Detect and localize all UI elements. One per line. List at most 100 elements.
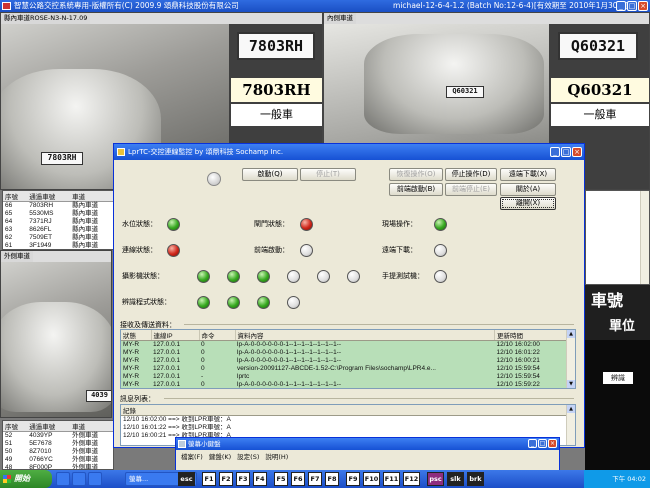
table-cell: 0 (199, 365, 235, 373)
stop-button[interactable]: 停止(T) (300, 168, 356, 181)
table-cell: lp-A-0-0-0-0-0-0-1--1--1--1--1--1--1-- (235, 349, 495, 357)
quicklaunch-icon[interactable] (72, 472, 86, 486)
table-row[interactable]: MY-R 127.0.0.1 0 lp-A-0-0-0-0-0-0-1--1--1--… (121, 381, 575, 388)
close-icon[interactable]: × (572, 147, 582, 157)
table-cell: lp-A-0-0-0-0-0-0-1--1--1--1--1--1--1-- (235, 357, 495, 365)
minimize-icon[interactable]: _ (616, 1, 626, 11)
maximize-icon[interactable]: □ (538, 439, 547, 448)
list-item[interactable]: 12/10 16:02:00 ==> 收到LPR車號：A (121, 416, 575, 425)
key-f1[interactable]: F1 (202, 472, 216, 486)
about-button[interactable]: 關於(A) (500, 183, 556, 196)
table-row[interactable]: MY-R 127.0.0.1 0 version-20091127-ABCDE-1.5… (121, 365, 575, 373)
table-cell: MY-R (121, 357, 151, 365)
table-cell: MY-R (121, 340, 151, 349)
maximize-icon[interactable]: □ (627, 1, 637, 11)
table-cell: 3F1949 (29, 242, 52, 249)
key-f11[interactable]: F11 (383, 472, 400, 486)
grid-scrollbar[interactable]: ▲ ▼ (566, 330, 575, 388)
table-row[interactable]: 62 7509ET 縣內車道 (3, 234, 113, 242)
menu-settings[interactable]: 設定(S) (237, 451, 259, 461)
table-row[interactable]: MY-R 127.0.0.1- lprtc 12/10 15:59:54 (121, 373, 575, 381)
table-cell: 12/10 15:59:54 (494, 373, 575, 381)
table-row[interactable]: 65 5530MS 縣內車道 (3, 210, 113, 218)
remote-download-button[interactable]: 遠端下載(X) (500, 168, 556, 181)
plate-crop: Q60321 (558, 32, 638, 60)
dialog-title: LprTC-交控連線監控 by 頌鼎科技 Sochamp Inc. (128, 148, 284, 156)
key-brk[interactable]: brk (467, 472, 484, 486)
column-header[interactable]: 連線IP (151, 330, 200, 341)
menu-keyboard[interactable]: 鍵盤(K) (209, 451, 231, 461)
close-icon[interactable]: × (548, 439, 557, 448)
table-row[interactable]: 61 3F1949 縣內車道 (3, 242, 113, 249)
menu-file[interactable]: 檔案(F) (181, 451, 203, 461)
table-cell: 外側車道 (72, 432, 99, 439)
table-cell: MY-R (121, 373, 151, 381)
resume-operation-button[interactable]: 恢復操作(O) (389, 168, 443, 181)
minimize-icon[interactable]: _ (528, 439, 537, 448)
key-slk[interactable]: slk (447, 472, 464, 486)
start-label: 開始 (14, 474, 30, 483)
key-f2[interactable]: F2 (219, 472, 233, 486)
table-cell: 0 (199, 357, 235, 365)
log-scrollbar[interactable]: ▲ (566, 405, 575, 445)
column-header[interactable]: 資料內容 (235, 330, 495, 341)
stop-operation-button[interactable]: 停止操作(D) (445, 168, 497, 181)
key-f5[interactable]: F5 (274, 472, 288, 486)
manual-tester-label: 手提測試機： (382, 272, 424, 280)
front-stop-button[interactable]: 前端停止(E) (445, 183, 497, 196)
table-row[interactable]: 50 8Z7010 外側車道 (3, 448, 113, 456)
table-cell: 49 (5, 456, 13, 463)
scroll-up-icon[interactable]: ▲ (567, 330, 575, 338)
key-f4[interactable]: F4 (253, 472, 267, 486)
table-row[interactable]: 49 0766YC 外側車道 (3, 456, 113, 464)
column-header[interactable]: 狀態 (121, 330, 152, 341)
key-f9[interactable]: F9 (346, 472, 360, 486)
log-entry: 12/10 16:01:22 ==> 收到LPR車號：A (123, 424, 231, 431)
table-cell: 127.0.0.1 (151, 365, 199, 373)
table-cell: 62 (5, 234, 13, 241)
list-item[interactable]: 12/10 16:01:22 ==> 收到LPR車號：A (121, 424, 575, 432)
maximize-icon[interactable]: □ (561, 147, 571, 157)
table-cell: 127.0.0.1 (151, 357, 199, 365)
column-header[interactable]: 更新時間 (494, 330, 575, 341)
minimize-icon[interactable]: _ (550, 147, 560, 157)
key-psc[interactable]: psc (427, 472, 444, 486)
quicklaunch-icon[interactable] (88, 472, 102, 486)
table-cell: 7803RH (29, 202, 54, 209)
table-cell: 51 (5, 440, 13, 447)
close-icon[interactable]: × (638, 1, 648, 11)
table-row[interactable]: 66 7803RH 縣內車道 (3, 202, 113, 211)
table-cell: 127.0.0.1 (151, 381, 199, 388)
table-row[interactable]: 63 8626FL 縣內車道 (3, 226, 113, 234)
app-title-bar: 智慧公路交控系統專用-版權所有(C) 2009.9 頌鼎科技股份有限公司 mic… (0, 0, 650, 12)
table-row[interactable]: 52 4039YP 外側車道 (3, 432, 113, 441)
start-button[interactable]: 開始 (0, 470, 52, 488)
table-row[interactable]: 64 7371RJ 縣內車道 (3, 218, 113, 226)
key-f6[interactable]: F6 (291, 472, 305, 486)
table-cell: 12/10 15:59:22 (494, 381, 575, 388)
data-grid[interactable]: 狀態 連線IP 命令 資料內容 更新時間 MY-R 127.0.0.1 0 lp-A-0-0-… (120, 329, 576, 389)
manual-tester-led (434, 270, 447, 283)
scroll-up-icon[interactable]: ▲ (567, 405, 575, 413)
start-button[interactable]: 啟動(Q) (242, 168, 298, 181)
scroll-down-icon[interactable]: ▼ (567, 380, 575, 388)
front-start-button[interactable]: 前端啟動(B) (389, 183, 443, 196)
column-header: 通過車號 (27, 421, 71, 432)
column-header[interactable]: 命令 (199, 330, 236, 341)
menu-help[interactable]: 說明(H) (265, 451, 288, 461)
key-f7[interactable]: F7 (308, 472, 322, 486)
key-f12[interactable]: F12 (403, 472, 420, 486)
table-row[interactable]: MY-R 127.0.0.1 0 lp-A-0-0-0-0-0-0-1--1--1--… (121, 340, 575, 349)
vehicle-type: 一般車 (231, 104, 322, 126)
key-esc[interactable]: esc (178, 472, 195, 486)
key-f10[interactable]: F10 (363, 472, 380, 486)
exit-button[interactable]: 離開(X) (500, 197, 556, 210)
key-f3[interactable]: F3 (236, 472, 250, 486)
water-status-label: 水位狀態： (122, 220, 157, 228)
app-title: 智慧公路交控系統專用-版權所有(C) 2009.9 頌鼎科技股份有限公司 (14, 1, 239, 10)
table-row[interactable]: MY-R 127.0.0.1 0 lp-A-0-0-0-0-0-0-1--1--1--… (121, 349, 575, 357)
table-row[interactable]: 51 5E7678 外側車道 (3, 440, 113, 448)
table-row[interactable]: MY-R 127.0.0.1 0 lp-A-0-0-0-0-0-0-1--1--1--… (121, 357, 575, 365)
key-f8[interactable]: F8 (325, 472, 339, 486)
quicklaunch-icon[interactable] (56, 472, 70, 486)
